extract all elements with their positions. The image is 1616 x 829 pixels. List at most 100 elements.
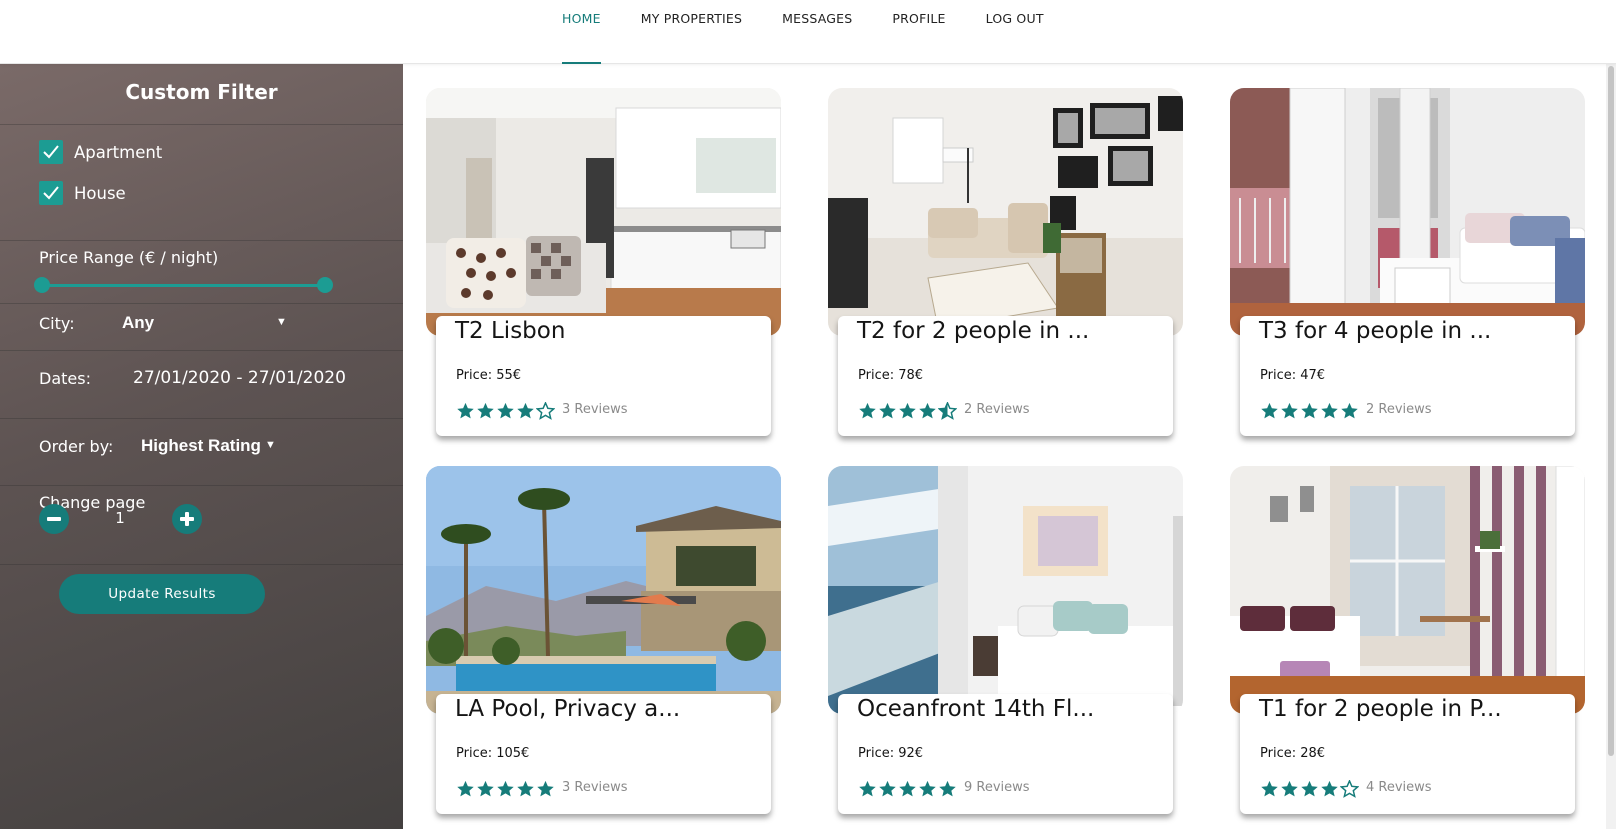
listing-price: Price: 92€ — [858, 746, 924, 761]
review-count[interactable]: 9 Reviews — [964, 780, 1030, 795]
price-range-label: Price Range (€ / night) — [39, 248, 219, 267]
chevron-down-icon[interactable]: ▼ — [265, 439, 276, 451]
nav-profile[interactable]: PROFILE — [892, 0, 945, 64]
order-by-label: Order by: — [39, 437, 114, 456]
star-full-icon — [517, 402, 534, 419]
nav-home[interactable]: HOME — [562, 0, 601, 64]
listing-info: T2 for 2 people in ... Price: 78€ 2 Revi… — [838, 316, 1173, 436]
city-label: City: — [39, 314, 75, 333]
filter-sidebar: Custom Filter Apartment House Price Rang… — [0, 64, 403, 829]
filter-title: Custom Filter — [125, 80, 278, 104]
divider — [0, 240, 403, 241]
nav-messages[interactable]: MESSAGES — [782, 0, 852, 64]
main-nav: HOME MY PROPERTIES MESSAGES PROFILE LOG … — [562, 0, 1084, 64]
listing-photo[interactable] — [426, 88, 781, 336]
page-scrollbar[interactable] — [1606, 64, 1616, 829]
listing-card[interactable]: T1 for 2 people in P... Price: 28€ 4 Rev… — [1230, 466, 1585, 826]
house-checkbox[interactable] — [39, 181, 63, 205]
review-count[interactable]: 3 Reviews — [562, 780, 628, 795]
listing-title[interactable]: LA Pool, Privacy a... — [455, 696, 680, 722]
review-count[interactable]: 4 Reviews — [1366, 780, 1432, 795]
listing-title[interactable]: T1 for 2 people in P... — [1259, 696, 1502, 722]
listings-grid: T2 Lisbon Price: 55€ 3 Reviews T2 for 2 … — [403, 64, 1603, 829]
rating-stars — [1260, 780, 1360, 798]
rating-stars — [858, 780, 958, 798]
star-full-icon — [457, 780, 474, 797]
listing-title[interactable]: Oceanfront 14th Fl... — [857, 696, 1094, 722]
listing-info: T1 for 2 people in P... Price: 28€ 4 Rev… — [1240, 694, 1575, 814]
listing-price: Price: 28€ — [1260, 746, 1326, 761]
star-full-icon — [497, 780, 514, 797]
page-decrement-button[interactable] — [39, 504, 69, 534]
type-apartment-row[interactable]: Apartment — [39, 140, 162, 164]
review-count[interactable]: 3 Reviews — [562, 402, 628, 417]
top-nav-bar: HOME MY PROPERTIES MESSAGES PROFILE LOG … — [0, 0, 1616, 64]
star-empty-icon — [1340, 780, 1359, 798]
nav-log-out[interactable]: LOG OUT — [986, 0, 1044, 64]
listing-photo[interactable] — [828, 88, 1183, 336]
star-full-icon — [477, 402, 494, 419]
star-full-icon — [477, 780, 494, 797]
check-icon — [43, 186, 59, 200]
listing-card[interactable]: T3 for 4 people in ... Price: 47€ 2 Revi… — [1230, 88, 1585, 448]
listing-title[interactable]: T2 for 2 people in ... — [857, 318, 1089, 344]
dates-input[interactable]: 27/01/2020 - 27/01/2020 — [133, 368, 346, 388]
star-full-icon — [939, 780, 956, 797]
house-label: House — [74, 183, 126, 203]
listing-info: T3 for 4 people in ... Price: 47€ 2 Revi… — [1240, 316, 1575, 436]
divider — [0, 350, 403, 351]
dates-label: Dates: — [39, 369, 91, 388]
listing-photo[interactable] — [828, 466, 1183, 714]
price-max-handle[interactable] — [317, 277, 333, 293]
star-full-icon — [457, 402, 474, 419]
scrollbar-thumb[interactable] — [1608, 66, 1614, 756]
listing-card[interactable]: T2 for 2 people in ... Price: 78€ 2 Revi… — [828, 88, 1183, 448]
listing-price: Price: 55€ — [456, 368, 522, 383]
star-full-icon — [517, 780, 534, 797]
review-count[interactable]: 2 Reviews — [964, 402, 1030, 417]
star-full-icon — [1261, 780, 1278, 797]
apartment-checkbox[interactable] — [39, 140, 63, 164]
city-select[interactable]: Any — [122, 313, 154, 333]
listing-card[interactable]: Oceanfront 14th Fl... Price: 92€ 9 Revie… — [828, 466, 1183, 826]
divider — [0, 418, 403, 419]
rating-stars — [456, 402, 556, 420]
divider — [0, 564, 403, 565]
star-full-icon — [859, 780, 876, 797]
star-empty-icon — [536, 402, 555, 420]
rating-stars — [1260, 402, 1360, 420]
rating-stars — [456, 780, 556, 798]
listing-price: Price: 78€ — [858, 368, 924, 383]
star-full-icon — [879, 780, 896, 797]
star-full-icon — [919, 780, 936, 797]
listing-price: Price: 47€ — [1260, 368, 1326, 383]
listing-photo[interactable] — [426, 466, 781, 714]
divider — [0, 124, 403, 125]
star-full-icon — [537, 780, 554, 797]
listing-photo[interactable] — [1230, 466, 1585, 714]
listing-info: Oceanfront 14th Fl... Price: 92€ 9 Revie… — [838, 694, 1173, 814]
rating-stars — [858, 402, 958, 420]
divider — [0, 303, 403, 304]
update-results-button[interactable]: Update Results — [59, 574, 265, 614]
star-full-icon — [1341, 402, 1358, 419]
star-full-icon — [497, 402, 514, 419]
divider — [0, 485, 403, 486]
listing-card[interactable]: LA Pool, Privacy a... Price: 105€ 3 Revi… — [426, 466, 781, 826]
price-min-handle[interactable] — [34, 277, 50, 293]
listing-title[interactable]: T2 Lisbon — [455, 318, 565, 344]
order-by-select[interactable]: Highest Rating — [141, 436, 261, 456]
listing-title[interactable]: T3 for 4 people in ... — [1259, 318, 1491, 344]
listing-price: Price: 105€ — [456, 746, 530, 761]
listing-info: LA Pool, Privacy a... Price: 105€ 3 Revi… — [436, 694, 771, 814]
star-full-icon — [859, 402, 876, 419]
page-increment-button[interactable] — [172, 504, 202, 534]
review-count[interactable]: 2 Reviews — [1366, 402, 1432, 417]
check-icon — [43, 145, 59, 159]
price-range-track[interactable] — [41, 284, 325, 287]
nav-my-properties[interactable]: MY PROPERTIES — [641, 0, 742, 64]
chevron-down-icon[interactable]: ▼ — [276, 316, 287, 328]
listing-card[interactable]: T2 Lisbon Price: 55€ 3 Reviews — [426, 88, 781, 448]
listing-photo[interactable] — [1230, 88, 1585, 336]
type-house-row[interactable]: House — [39, 181, 126, 205]
